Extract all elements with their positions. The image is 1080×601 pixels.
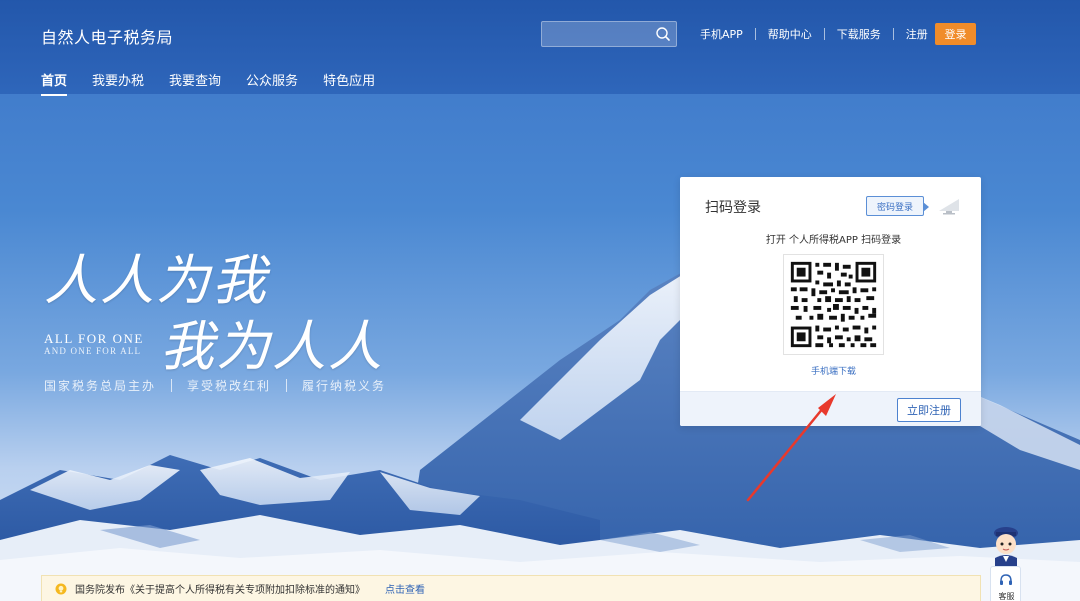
search-box[interactable]: [541, 21, 677, 47]
top-links: 手机APP 帮助中心 下载服务 注册: [688, 26, 940, 42]
link-help-center[interactable]: 帮助中心: [756, 26, 824, 42]
divider: [171, 379, 173, 392]
slogan-english-1: ALL FOR ONE: [44, 331, 144, 346]
divider: [286, 379, 288, 392]
link-download-service[interactable]: 下载服务: [825, 26, 893, 42]
search-input[interactable]: [548, 26, 656, 44]
scan-hint: 打开 个人所得税APP 扫码登录: [765, 235, 902, 246]
tagline-item: 履行纳税义务: [302, 379, 387, 393]
headset-icon: [1000, 574, 1012, 585]
tab-special-apps[interactable]: 特色应用: [323, 70, 375, 95]
main-nav: 首页 我要办税 我要查询 公众服务 特色应用: [41, 70, 400, 96]
customer-service-label: 客服: [998, 592, 1015, 601]
annotation-arrow: [746, 394, 836, 502]
tab-home[interactable]: 首页: [41, 70, 68, 96]
register-now-button[interactable]: 立即注册: [897, 398, 961, 422]
link-register[interactable]: 注册: [894, 26, 940, 42]
tagline-item: 国家税务总局主办: [44, 379, 157, 393]
tagline-item: 享受税改红利: [187, 379, 272, 393]
slogan-line-2: 我为人人: [160, 315, 384, 378]
notice-bar: 国务院发布《关于提高个人所得税有关专项附加扣除标准的通知》 点击查看: [41, 575, 981, 601]
customer-service-button[interactable]: 客服: [990, 566, 1021, 601]
notice-text: 国务院发布《关于提高个人所得税有关专项附加扣除标准的通知》: [75, 585, 365, 596]
login-card: 扫码登录 密码登录 打开 个人所得税APP 扫码登录 手机端下载 立即注册: [680, 177, 981, 426]
qr-code: [783, 254, 884, 355]
password-login-tip[interactable]: 密码登录: [866, 196, 929, 216]
link-mobile-app[interactable]: 手机APP: [688, 26, 755, 42]
top-header: 自然人电子税务局 手机APP 帮助中心 下载服务 注册 登录 首页 我要办税 我…: [0, 0, 1080, 96]
mobile-download-link[interactable]: 手机端下载: [680, 364, 981, 377]
hero-tagline: 国家税务总局主办 享受税改红利 履行纳税义务: [44, 377, 386, 394]
notice-view-link[interactable]: 点击查看: [385, 581, 425, 596]
login-button[interactable]: 登录: [935, 23, 976, 45]
lightbulb-icon: [55, 583, 67, 594]
slogan-english-2: AND ONE FOR ALL: [44, 346, 142, 356]
tab-tax-handling[interactable]: 我要办税: [92, 70, 144, 95]
search-icon[interactable]: [654, 25, 672, 43]
mascot-avatar[interactable]: [987, 524, 1025, 568]
monitor-icon[interactable]: [937, 197, 961, 215]
site-brand[interactable]: 自然人电子税务局: [41, 24, 173, 48]
tab-query[interactable]: 我要查询: [169, 70, 221, 95]
card-title: 扫码登录: [705, 200, 761, 216]
tab-public-service[interactable]: 公众服务: [246, 70, 298, 95]
